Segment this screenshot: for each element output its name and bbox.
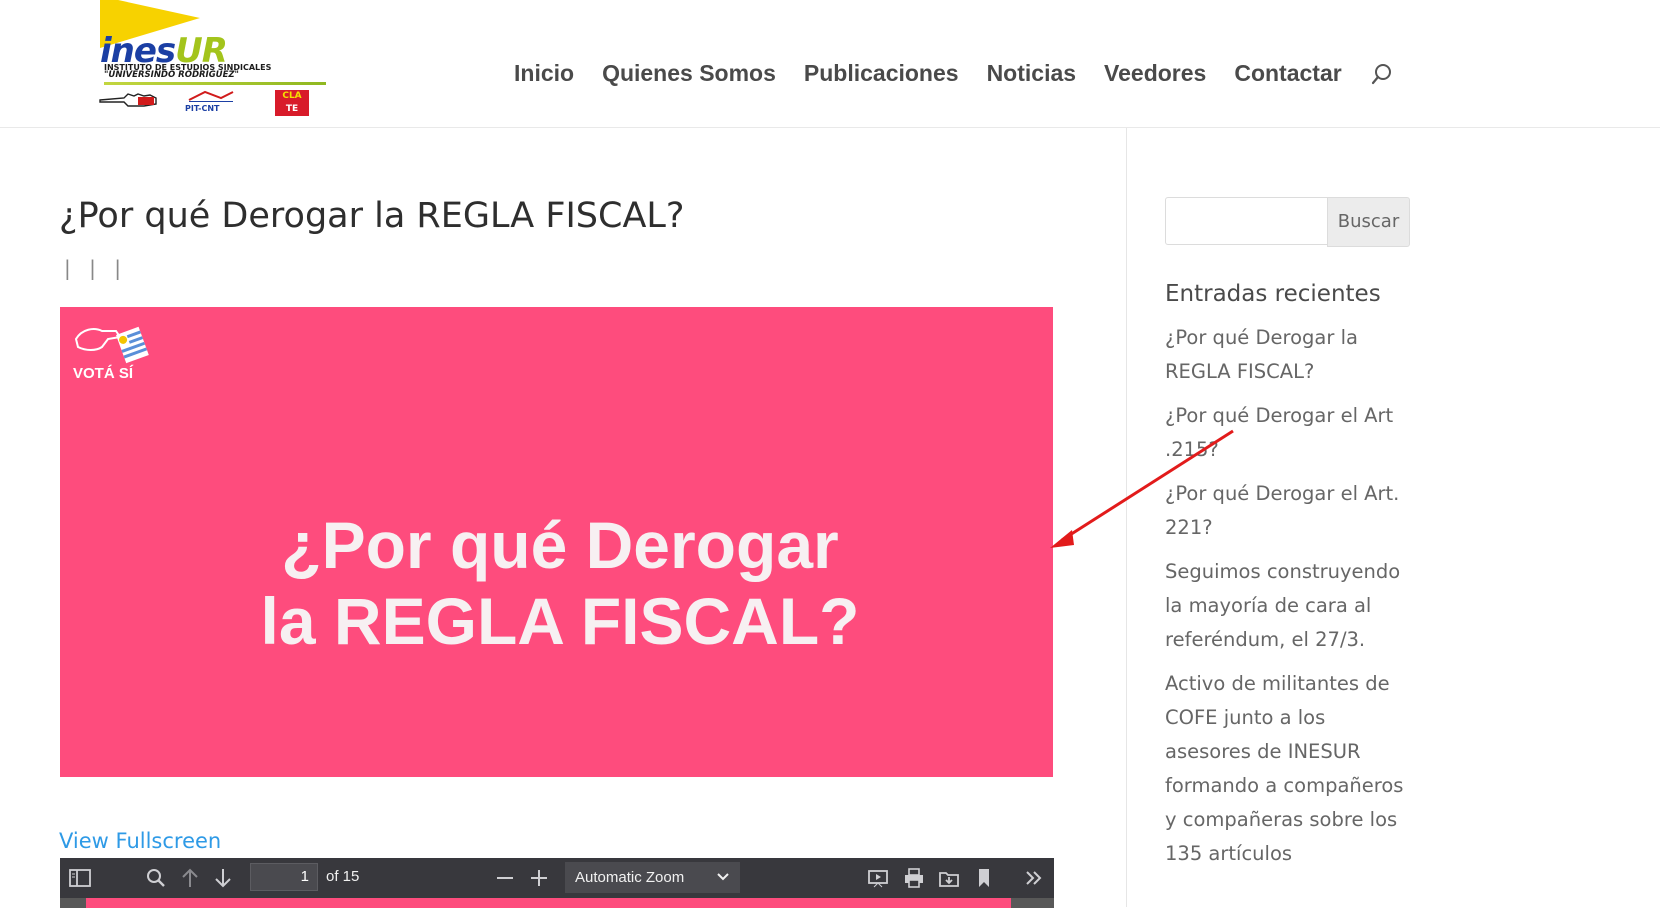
logo-subtitle-2: "UNIVERSINDO RODRIGUEZ": [104, 70, 239, 80]
sidebar-divider: [1126, 128, 1127, 907]
sidebar-search-input[interactable]: [1165, 197, 1328, 245]
zoom-in-icon[interactable]: [527, 866, 551, 890]
next-page-icon[interactable]: [211, 866, 235, 890]
site-logo[interactable]: inesUR INSTITUTO DE ESTUDIOS SINDICALES …: [70, 0, 330, 120]
recent-posts-title: Entradas recientes: [1165, 281, 1381, 307]
nav-noticias[interactable]: Noticias: [987, 60, 1076, 87]
recent-post-link[interactable]: ¿Por qué Derogar el Art. 221?: [1165, 477, 1415, 545]
nav-inicio[interactable]: Inicio: [514, 60, 574, 87]
recent-post-link[interactable]: Seguimos construyendo la mayoría de cara…: [1165, 555, 1415, 657]
search-icon[interactable]: [1370, 62, 1392, 85]
recent-post-link[interactable]: Activo de militantes de COFE junto a los…: [1165, 667, 1415, 871]
site-header: inesUR INSTITUTO DE ESTUDIOS SINDICALES …: [0, 0, 1660, 128]
recent-post-link[interactable]: ¿Por qué Derogar el Art .215?: [1165, 399, 1415, 467]
zoom-out-icon[interactable]: [493, 866, 517, 890]
bookmark-icon[interactable]: [972, 866, 996, 890]
hero-badge-text: VOTÁ SÍ: [73, 365, 134, 382]
page-number-input[interactable]: 1: [250, 863, 318, 891]
zoom-select[interactable]: Automatic Zoom: [565, 862, 740, 893]
main-nav: Inicio Quienes Somos Publicaciones Notic…: [514, 56, 1392, 90]
presentation-mode-icon[interactable]: [866, 866, 890, 890]
find-icon[interactable]: [144, 866, 168, 890]
nav-publicaciones[interactable]: Publicaciones: [804, 60, 959, 87]
hero-title: ¿Por qué Derogar la REGLA FISCAL?: [260, 508, 860, 658]
search-button[interactable]: Buscar: [1327, 197, 1410, 247]
previous-page-icon[interactable]: [178, 866, 202, 890]
page-title: ¿Por qué Derogar la REGLA FISCAL?: [59, 196, 685, 236]
recent-post-link[interactable]: ¿Por qué Derogar la REGLA FISCAL?: [1165, 321, 1415, 389]
view-fullscreen-link[interactable]: View Fullscreen: [59, 829, 221, 853]
logo-org-clate: CLA TE: [275, 90, 309, 116]
tools-menu-icon[interactable]: [1022, 866, 1046, 890]
post-hero-image: VOTÁ SÍ ¿Por qué Derogar la REGLA FISCAL…: [60, 307, 1053, 777]
post-meta: | | |: [64, 256, 127, 280]
recent-posts-list: ¿Por qué Derogar la REGLA FISCAL? ¿Por q…: [1165, 321, 1415, 881]
print-icon[interactable]: [902, 866, 926, 890]
pdf-viewer-toolbar: 1 of 15 Automatic Zoom: [60, 858, 1054, 908]
download-icon[interactable]: [937, 866, 961, 890]
logo-org-fist-icon: [98, 90, 162, 112]
page-count: of 15: [326, 868, 360, 885]
logo-org-pitcnt: PIT-CNT: [185, 90, 237, 113]
nav-contactar[interactable]: Contactar: [1234, 60, 1341, 87]
nav-veedores[interactable]: Veedores: [1104, 60, 1206, 87]
logo-underline: [104, 82, 326, 85]
nav-quienes-somos[interactable]: Quienes Somos: [602, 60, 776, 87]
sidebar-toggle-icon[interactable]: [68, 866, 92, 890]
